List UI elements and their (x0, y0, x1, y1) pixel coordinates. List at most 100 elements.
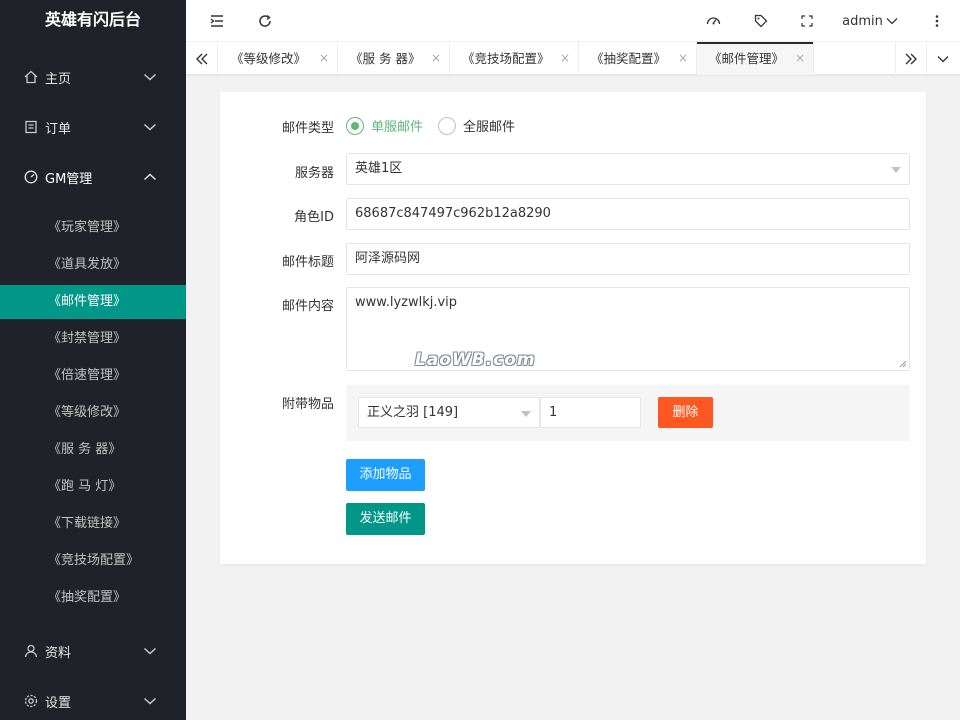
tabs-bar: 《等级修改》 × 《服 务 器》 × 《竞技场配置》 × 《抽奖配置》 × 《邮… (186, 42, 960, 75)
dashboard-icon (24, 170, 38, 184)
menu-fold-icon (210, 15, 223, 27)
tab-label: 《等级修改》 (231, 51, 307, 66)
nav-profile-label: 资料 (45, 645, 72, 661)
nav-gm-label: GM管理 (45, 171, 93, 187)
server-selected-value: 英雄1区 (355, 161, 403, 176)
home-icon (24, 70, 38, 84)
radio-all-servers[interactable]: 全服邮件 (438, 116, 515, 135)
user-name: admin (842, 13, 883, 29)
sidebar: 英雄有闪后台 主页 订单 GM管理 《玩家管理》 《道具发放》 《邮件管理》 《… (0, 0, 186, 720)
add-item-button[interactable]: 添加物品 (346, 459, 425, 491)
radio-checked-icon (346, 116, 364, 135)
attachment-quantity-input[interactable]: 1 (540, 397, 641, 428)
mail-title-value: 阿泽源码网 (355, 251, 421, 266)
close-icon[interactable]: × (319, 42, 329, 75)
tabs-scroll-left-button[interactable] (186, 42, 218, 75)
tab-lottery-config[interactable]: 《抽奖配置》 × (579, 42, 697, 75)
double-chevron-left-icon (195, 53, 207, 64)
send-mail-button[interactable]: 发送邮件 (346, 503, 425, 535)
mail-title-label: 邮件标题 (281, 255, 334, 270)
chevron-down-icon (143, 697, 157, 705)
attachment-item-select[interactable]: 正义之羽 [149] (358, 397, 540, 428)
tab-label: 《邮件管理》 (709, 51, 785, 66)
attachments-label: 附带物品 (281, 397, 334, 412)
menu-fold-button[interactable] (204, 0, 230, 42)
radio-single-server-label: 单服邮件 (371, 120, 424, 135)
chevron-down-icon (143, 73, 157, 81)
radio-unchecked-icon (438, 116, 456, 135)
mail-title-input[interactable]: 阿泽源码网 (346, 243, 910, 275)
sidebar-item-download-links[interactable]: 《下载链接》 (0, 507, 186, 541)
nav-settings[interactable]: 设置 (0, 676, 186, 720)
role-id-input[interactable]: 68687c847497c962b12a8290 (346, 198, 910, 230)
list-icon (25, 120, 37, 134)
mail-content-label: 邮件内容 (281, 299, 334, 314)
attachment-row: 正义之羽 [149] 1 删除 (346, 385, 910, 441)
nav-home-label: 主页 (45, 71, 72, 87)
tabs-scroll-right-button[interactable] (895, 42, 927, 75)
note-button[interactable] (748, 0, 774, 42)
tab-level-edit[interactable]: 《等级修改》 × (219, 42, 338, 75)
app-logo-title: 英雄有闪后台 (44, 10, 141, 29)
sidebar-item-marquee[interactable]: 《跑 马 灯》 (0, 470, 186, 504)
close-icon[interactable]: × (678, 42, 688, 75)
attachment-quantity-value: 1 (549, 405, 558, 420)
refresh-icon (259, 14, 271, 27)
tab-arena-config[interactable]: 《竞技场配置》 × (450, 42, 579, 75)
theme-icon (706, 17, 720, 25)
tab-label: 《抽奖配置》 (591, 51, 667, 66)
mail-form-card: 邮件类型 单服邮件 全服邮件 服务器 英雄1区 角色ID 68687c84749… (220, 92, 926, 564)
double-chevron-right-icon (905, 53, 917, 64)
chevron-down-icon (143, 123, 157, 131)
sidebar-item-player-management[interactable]: 《玩家管理》 (0, 211, 186, 245)
nav-profile[interactable]: 资料 (0, 626, 186, 676)
sidebar-item-ban-management[interactable]: 《封禁管理》 (0, 322, 186, 356)
tabs-menu-button[interactable] (927, 42, 959, 75)
resize-handle-icon[interactable] (899, 360, 907, 368)
more-button[interactable] (926, 0, 948, 42)
nav-home[interactable]: 主页 (0, 52, 186, 102)
top-header: admin (186, 0, 960, 42)
chevron-down-icon (143, 647, 157, 655)
close-icon[interactable]: × (431, 42, 441, 75)
nav-orders-label: 订单 (45, 121, 72, 137)
server-select[interactable]: 英雄1区 (346, 153, 910, 185)
role-id-label: 角色ID (294, 210, 334, 225)
radio-all-servers-label: 全服邮件 (463, 120, 516, 135)
sidebar-item-arena-config[interactable]: 《竞技场配置》 (0, 544, 186, 578)
note-icon (754, 14, 768, 28)
tab-server[interactable]: 《服 务 器》 × (338, 42, 450, 75)
attachment-item-value: 正义之羽 [149] (367, 405, 459, 420)
tab-mail-management[interactable]: 《邮件管理》 × (697, 42, 814, 75)
tab-label: 《服 务 器》 (350, 51, 421, 66)
close-icon[interactable]: × (560, 42, 570, 75)
role-id-value: 68687c847497c962b12a8290 (355, 206, 551, 221)
sidebar-item-item-distribution[interactable]: 《道具发放》 (0, 248, 186, 282)
sidebar-item-level-edit[interactable]: 《等级修改》 (0, 396, 186, 430)
mail-type-label: 邮件类型 (281, 121, 334, 136)
user-menu[interactable]: admin (842, 0, 898, 42)
delete-item-button[interactable]: 删除 (658, 397, 713, 428)
sidebar-item-mail-management[interactable]: 《邮件管理》 (0, 285, 186, 319)
fullscreen-icon (801, 15, 813, 27)
mail-content-value: www.lyzwlkj.vip (355, 295, 458, 310)
more-icon (935, 15, 939, 27)
chevron-down-icon (937, 55, 949, 62)
close-icon[interactable]: × (795, 42, 805, 75)
settings-icon (24, 694, 38, 708)
watermark: LaoWB.com (415, 350, 536, 370)
refresh-button[interactable] (252, 0, 278, 42)
tab-label: 《竞技场配置》 (462, 51, 550, 66)
sidebar-item-server[interactable]: 《服 务 器》 (0, 433, 186, 467)
theme-button[interactable] (700, 0, 726, 42)
caret-down-icon (521, 411, 531, 417)
radio-single-server[interactable]: 单服邮件 (346, 116, 423, 135)
sidebar-item-speed-management[interactable]: 《倍速管理》 (0, 359, 186, 393)
nav-gm[interactable]: GM管理 (0, 152, 186, 202)
user-icon (24, 644, 38, 658)
fullscreen-button[interactable] (794, 0, 820, 42)
nav-orders[interactable]: 订单 (0, 102, 186, 152)
nav-settings-label: 设置 (45, 695, 72, 711)
sidebar-item-lottery-config[interactable]: 《抽奖配置》 (0, 581, 186, 615)
chevron-down-icon (886, 18, 898, 25)
